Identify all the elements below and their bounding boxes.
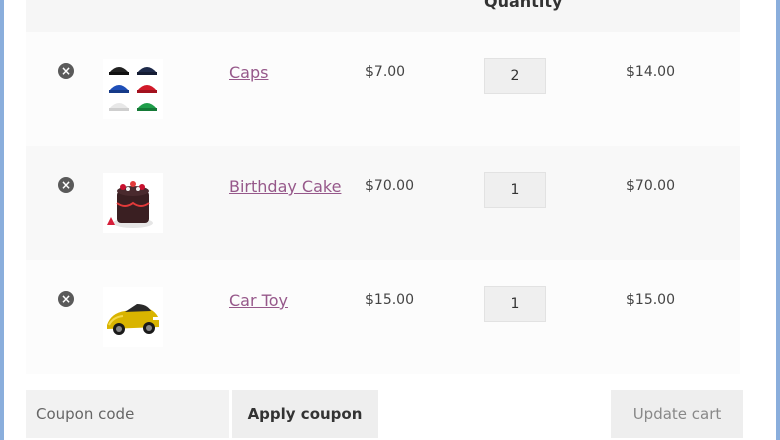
update-cart-button[interactable]: Update cart (611, 390, 743, 438)
product-subtotal: $15.00 (626, 292, 675, 308)
product-subtotal: $14.00 (626, 64, 675, 80)
product-price: $7.00 (365, 64, 406, 80)
caps-image[interactable] (103, 59, 163, 119)
quantity-input[interactable]: 1 (484, 286, 546, 322)
product-subtotal: $70.00 (626, 178, 675, 194)
cart-item-row: × Caps $7.00 2 $14.00 (26, 32, 740, 146)
product-link-birthday-cake[interactable]: Birthday Cake (229, 177, 341, 196)
cart-actions: Apply coupon Update cart (26, 374, 743, 440)
quantity-input[interactable]: 1 (484, 172, 546, 208)
cart-item-row: × Birthday Cake $70.00 1 $70.00 (26, 146, 740, 260)
car-toy-image[interactable] (103, 287, 163, 347)
quantity-input[interactable]: 2 (484, 58, 546, 94)
birthday-cake-image[interactable] (103, 173, 163, 233)
product-price: $70.00 (365, 178, 414, 194)
window-frame-left (0, 0, 4, 440)
remove-item-icon[interactable]: × (58, 291, 74, 307)
coupon-code-input[interactable] (26, 390, 229, 438)
product-link-car-toy[interactable]: Car Toy (229, 291, 288, 310)
column-header-quantity: Quantity (484, 0, 563, 11)
cart-table-header: Quantity (26, 0, 740, 32)
apply-coupon-button[interactable]: Apply coupon (232, 390, 378, 438)
product-link-caps[interactable]: Caps (229, 63, 268, 82)
cart-item-row: × Car Toy $15.00 1 $15.00 (26, 260, 740, 374)
window-frame-right (776, 0, 780, 440)
product-price: $15.00 (365, 292, 414, 308)
remove-item-icon[interactable]: × (58, 177, 74, 193)
remove-item-icon[interactable]: × (58, 63, 74, 79)
